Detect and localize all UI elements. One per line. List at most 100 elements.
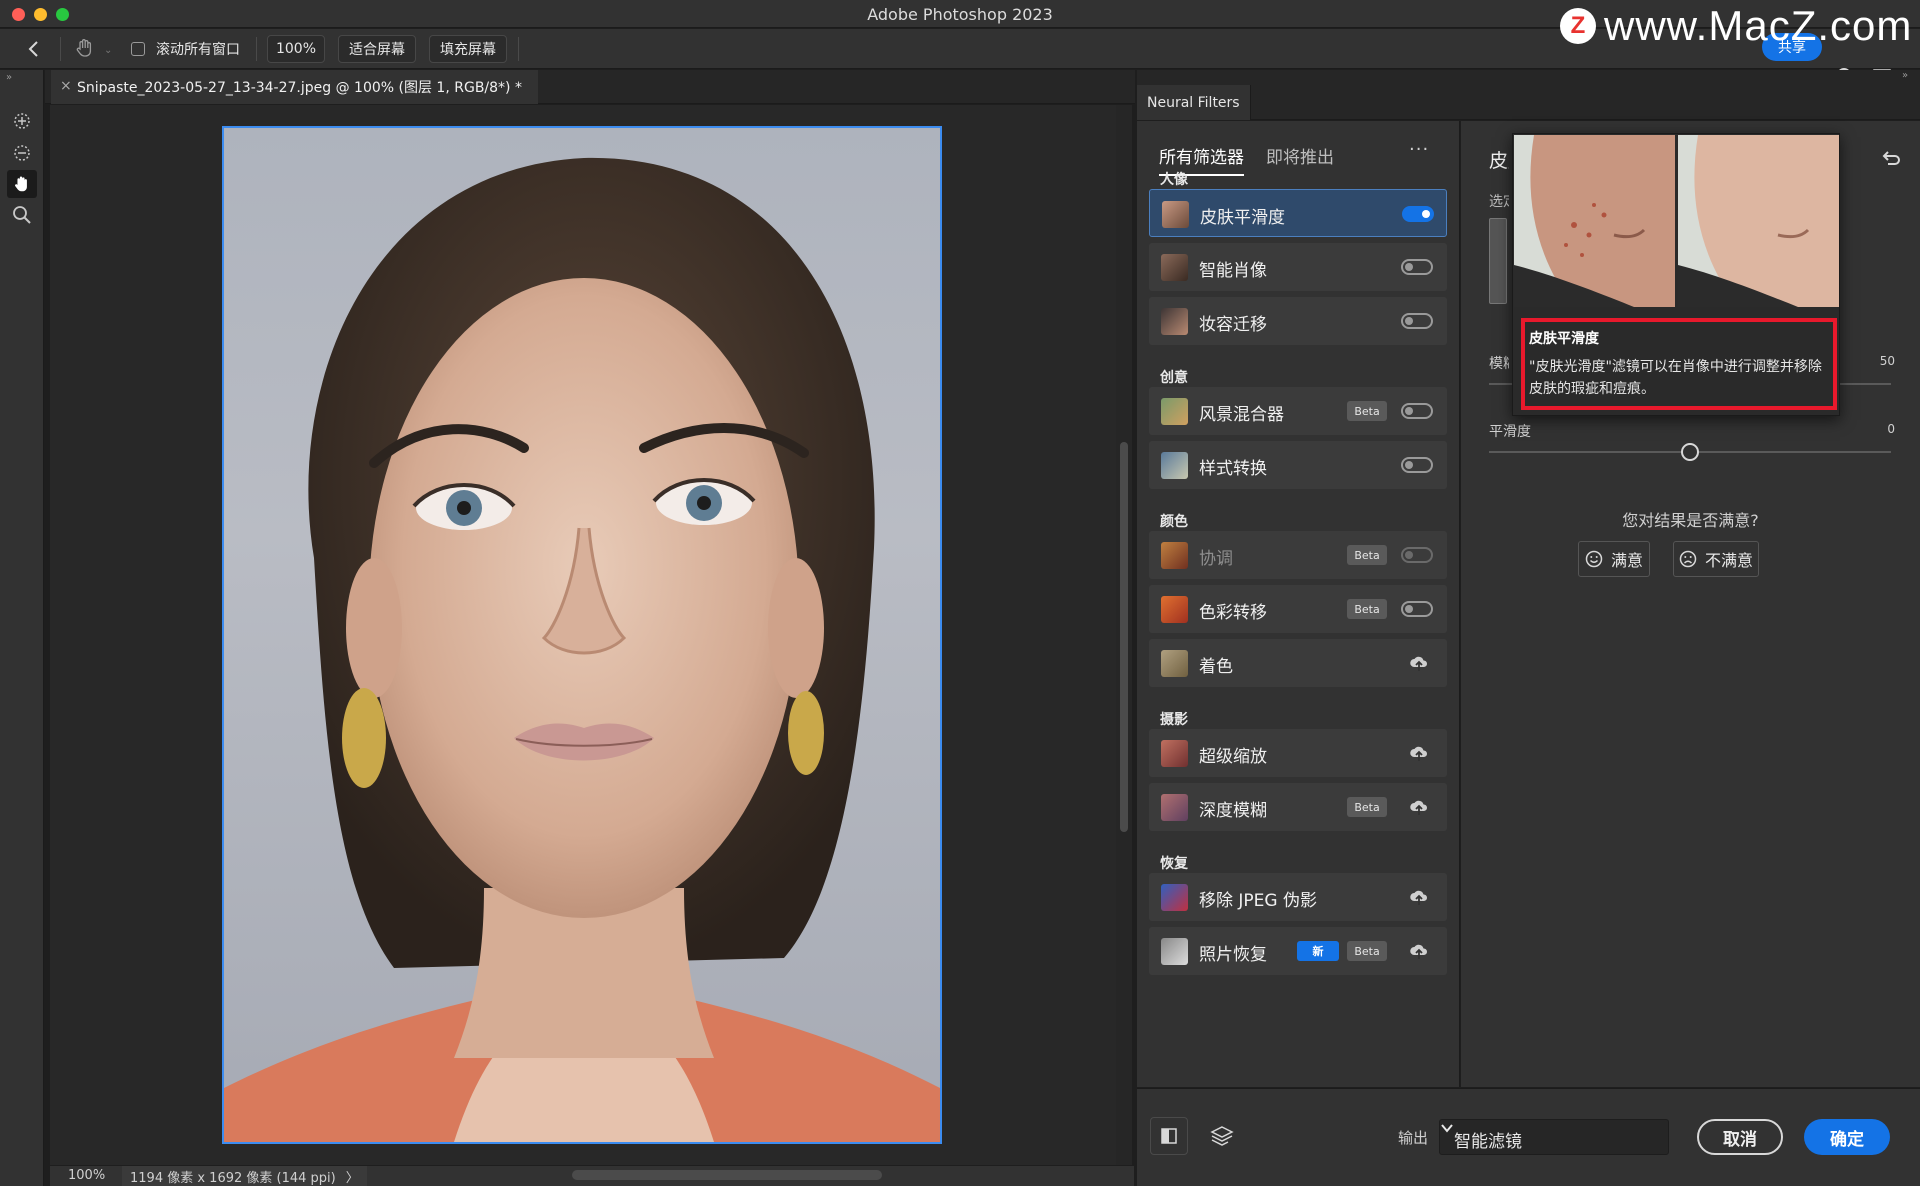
filter-toggle[interactable] [1401, 601, 1433, 617]
cancel-button[interactable]: 取消 [1697, 1119, 1783, 1155]
fit-screen-button[interactable]: 适合屏幕 [338, 35, 416, 63]
filter-row[interactable]: 色彩转移 Beta [1149, 585, 1447, 633]
zoom-tool-icon[interactable] [11, 204, 33, 226]
filter-thumbnail [1161, 740, 1188, 767]
filter-toggle[interactable] [1401, 457, 1433, 473]
divider [518, 37, 519, 61]
filter-thumbnail [1161, 254, 1188, 281]
document-tab[interactable]: × Snipaste_2023-05-27_13-34-27.jpeg @ 10… [51, 70, 538, 104]
satisfied-button[interactable]: 满意 [1578, 541, 1650, 577]
filter-row[interactable]: 移除 JPEG 伪影 [1149, 873, 1447, 921]
tab-coming-soon[interactable]: 即将推出 [1266, 143, 1334, 176]
filter-name: 深度模糊 [1199, 801, 1267, 821]
before-face-image [1514, 135, 1675, 307]
filter-row[interactable]: 智能肖像 [1149, 243, 1447, 291]
tooltip-description: "皮肤光滑度"滤镜可以在肖像中进行调整并移除皮肤的瑕疵和痘痕。 [1529, 359, 1822, 397]
divider [256, 37, 257, 61]
cloud-download-icon[interactable] [1409, 797, 1429, 817]
tab-neural-filters[interactable]: Neural Filters [1137, 85, 1251, 120]
tooltip-title: 皮肤平滑度 [1529, 331, 1599, 347]
filter-thumbnail [1161, 398, 1188, 425]
filter-row[interactable]: 风景混合器 Beta [1149, 387, 1447, 435]
after-face-image [1678, 135, 1839, 307]
fill-screen-button[interactable]: 填充屏幕 [429, 35, 507, 63]
expand-toolbar-icon[interactable]: » [6, 72, 12, 83]
divider [60, 37, 61, 61]
ok-button[interactable]: 确定 [1804, 1119, 1890, 1155]
filter-name: 妆容迁移 [1199, 315, 1267, 335]
filter-thumbnail [1161, 452, 1188, 479]
face-thumbnail[interactable] [1489, 218, 1507, 304]
document-image[interactable] [222, 126, 942, 1144]
filter-thumbnail [1161, 794, 1188, 821]
filter-row[interactable]: 深度模糊 Beta [1149, 783, 1447, 831]
add-selection-brush-icon[interactable] [11, 110, 33, 132]
watermark-text: www.MacZ.com [1604, 2, 1913, 49]
filter-row[interactable]: 妆容迁移 [1149, 297, 1447, 345]
collapse-panel-icon[interactable]: » [1902, 70, 1908, 81]
filter-name: 着色 [1199, 657, 1233, 677]
filter-row[interactable]: 样式转换 [1149, 441, 1447, 489]
beta-badge: Beta [1347, 401, 1387, 421]
scroll-all-windows-checkbox[interactable] [131, 42, 145, 56]
cloud-download-icon[interactable] [1409, 743, 1429, 763]
filter-name: 协调 [1199, 549, 1233, 569]
category-label: 人像 [1160, 172, 1188, 188]
hand-tool-icon[interactable] [74, 37, 96, 59]
cloud-download-icon[interactable] [1409, 941, 1429, 961]
more-options-icon[interactable]: ··· [1409, 139, 1429, 160]
filter-row[interactable]: 皮肤平滑度 [1149, 189, 1447, 237]
filter-toggle[interactable] [1401, 403, 1433, 419]
compare-button[interactable] [1150, 1117, 1188, 1155]
subtract-selection-brush-icon[interactable] [11, 142, 33, 164]
layers-icon[interactable] [1209, 1123, 1235, 1149]
document-tab-bar: × Snipaste_2023-05-27_13-34-27.jpeg @ 10… [45, 70, 1135, 104]
cloud-download-icon[interactable] [1409, 653, 1429, 673]
filter-toggle[interactable] [1401, 259, 1433, 275]
vertical-scrollbar[interactable] [1116, 105, 1132, 1165]
hand-tool-button[interactable] [7, 170, 37, 198]
filter-row[interactable]: 超级缩放 [1149, 729, 1447, 777]
zoom-level[interactable]: 100% [68, 1168, 105, 1183]
category-label: 颜色 [1160, 514, 1188, 530]
filter-name: 移除 JPEG 伪影 [1199, 891, 1317, 911]
zoom-100-button[interactable]: 100% [267, 35, 325, 63]
document-tab-label: Snipaste_2023-05-27_13-34-27.jpeg @ 100%… [77, 80, 522, 96]
filter-name: 风景混合器 [1199, 405, 1284, 425]
filter-name: 智能肖像 [1199, 261, 1267, 281]
document-info[interactable]: 1194 像素 x 1692 像素 (144 ppi) 〉 [122, 1166, 367, 1186]
smoothness-slider-knob[interactable] [1681, 443, 1699, 461]
chevron-down-icon[interactable]: ⌄ [104, 45, 112, 56]
chevron-right-icon: 〉 [345, 1170, 359, 1186]
blur-value: 50 [1879, 354, 1895, 368]
category-label: 创意 [1160, 370, 1188, 386]
filter-thumbnail [1161, 884, 1188, 911]
chevron-down-icon [1441, 1124, 1453, 1133]
filter-toggle[interactable] [1402, 206, 1434, 222]
horizontal-scrollbar-thumb[interactable] [572, 1170, 882, 1180]
before-image [1514, 135, 1675, 307]
blur-label: 模糊 [1489, 356, 1509, 372]
filter-row[interactable]: 协调 Beta [1149, 531, 1447, 579]
tools-panel: » [0, 70, 44, 1186]
filter-row[interactable]: 照片恢复 新 Beta [1149, 927, 1447, 975]
close-tab-icon[interactable]: × [60, 78, 72, 94]
filter-row[interactable]: 着色 [1149, 639, 1447, 687]
filter-thumbnail [1161, 596, 1188, 623]
filter-name: 皮肤平滑度 [1200, 208, 1285, 228]
hand-icon [15, 176, 27, 192]
unsatisfied-button[interactable]: 不满意 [1673, 541, 1759, 577]
unsatisfied-label: 不满意 [1704, 551, 1753, 570]
filter-toggle[interactable] [1401, 313, 1433, 329]
portrait-image [224, 157, 940, 1142]
output-select[interactable]: 智能滤镜 [1439, 1119, 1669, 1155]
filter-toggle[interactable] [1401, 547, 1433, 563]
watermark: Z www.MacZ.com [1560, 2, 1913, 49]
back-arrow-icon[interactable] [24, 39, 44, 59]
cloud-download-icon[interactable] [1409, 887, 1429, 907]
vertical-scrollbar-thumb[interactable] [1120, 442, 1128, 832]
smoothness-label: 平滑度 [1489, 424, 1531, 440]
reset-icon[interactable] [1879, 147, 1903, 171]
smoothness-value: 0 [1887, 422, 1895, 436]
filter-thumbnail [1161, 938, 1188, 965]
